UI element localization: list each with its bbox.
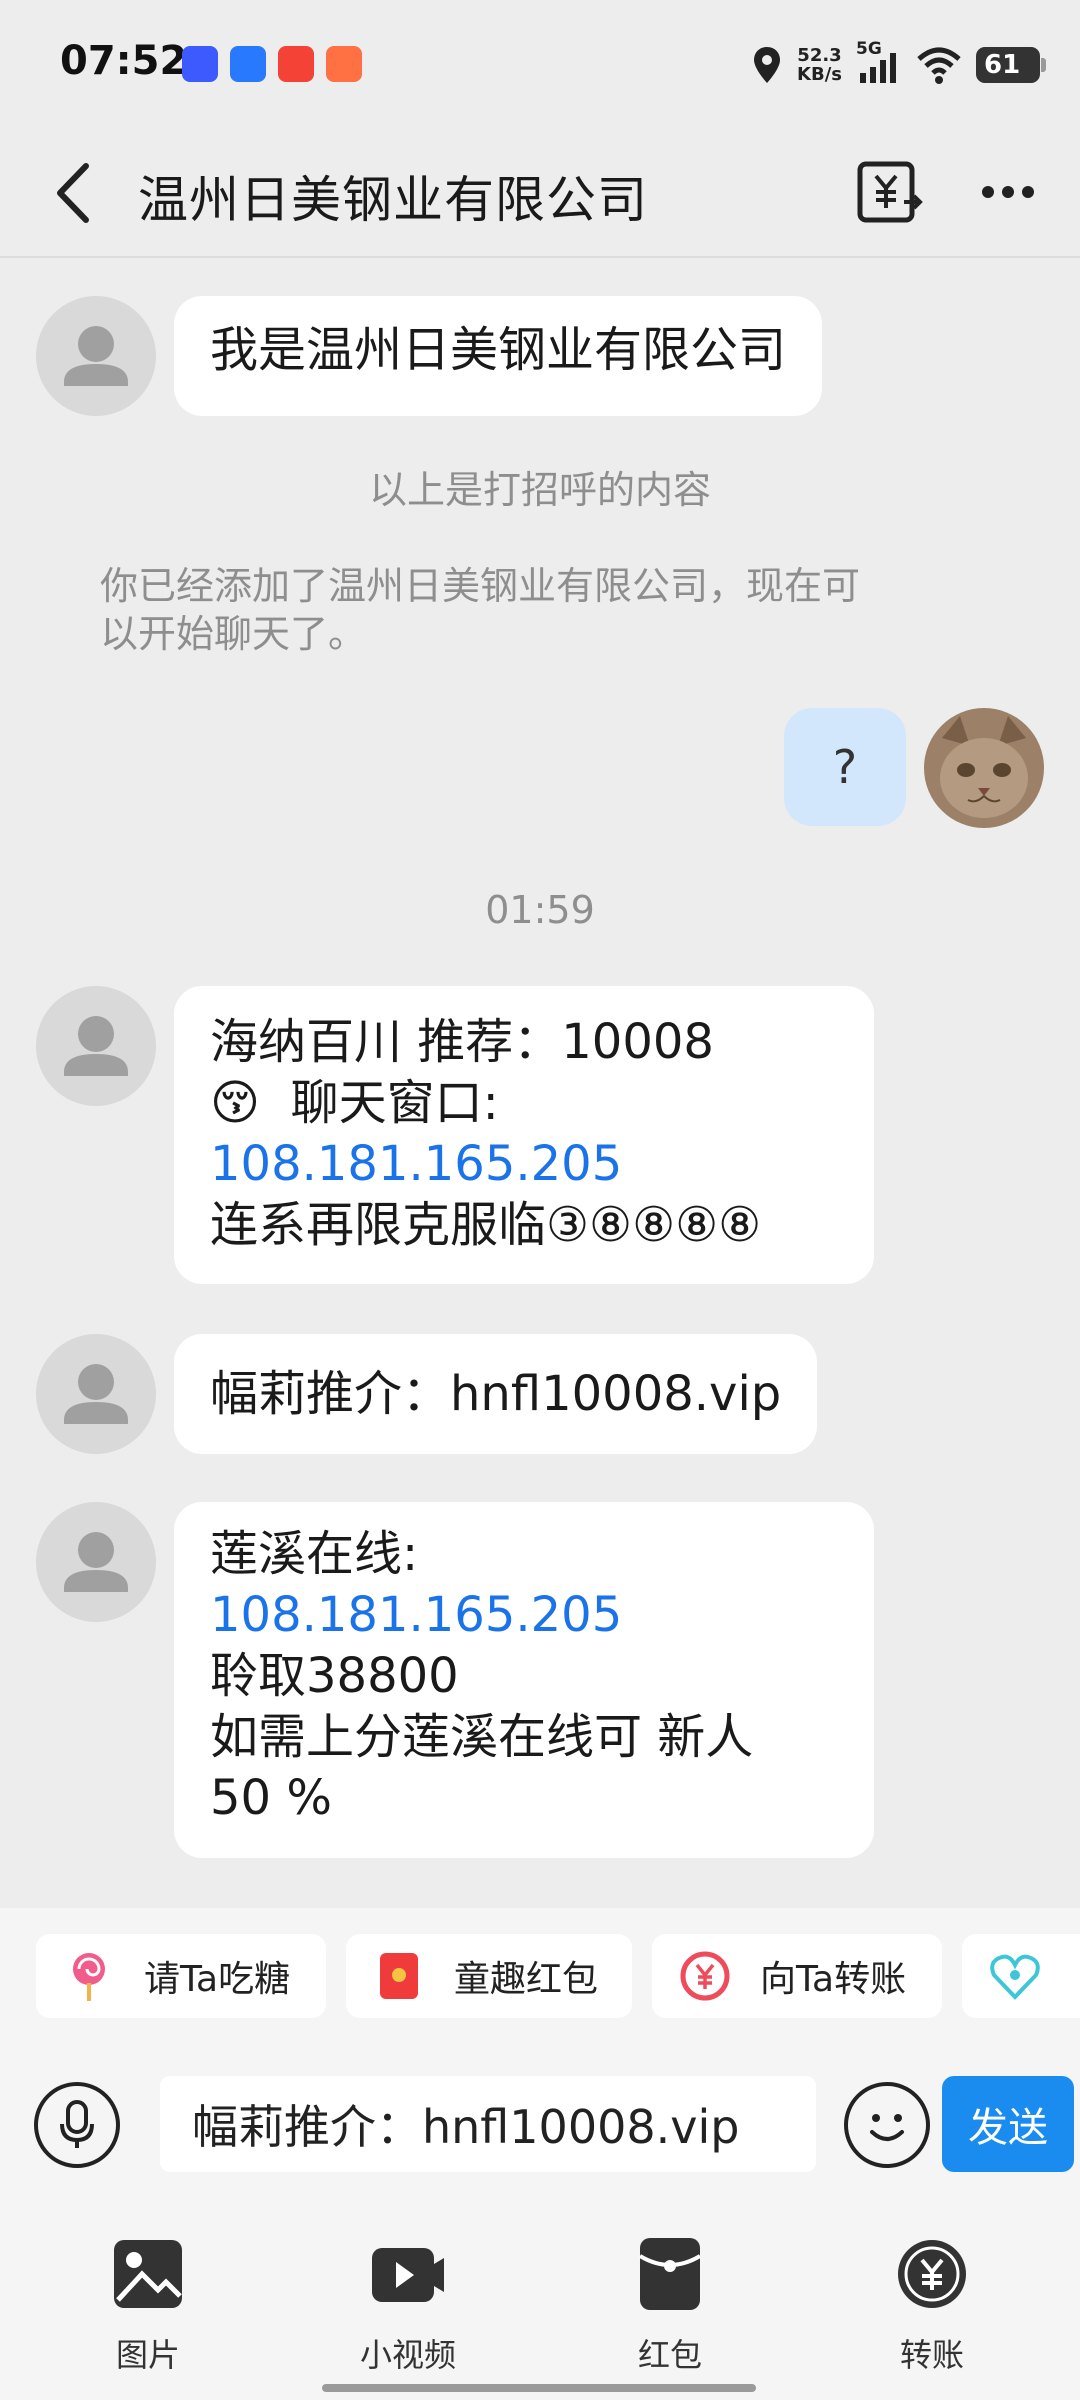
added-notice: 你已经添加了温州日美钢业有限公司，现在可 以开始聊天了。 [100,564,861,656]
quick-action-more[interactable] [962,1934,1080,2018]
clock: 07:52 [60,38,188,84]
image-icon [114,2240,182,2308]
status-bar: 07:52 52.3 KB/s 5G 61 [0,0,1080,130]
smiley-icon [870,2114,904,2141]
quick-action-bar: 请Ta吃糖 童趣红包 向Ta转账 [0,1908,1080,2034]
send-button[interactable]: 发送 [942,2076,1074,2172]
default-user-icon [64,326,128,386]
voice-input-button[interactable] [34,2082,120,2168]
message-input[interactable] [160,2076,816,2172]
timestamp: 01:59 [485,888,595,932]
video-app-icon [278,46,314,82]
greeting-note: 以上是打招呼的内容 [368,468,711,512]
quick-action-transfer[interactable]: 向Ta转账 [652,1934,942,2018]
kiss-emoji-icon: 😚 [210,1075,261,1131]
heart-gift-icon [990,1954,1040,2000]
browser-app-icon [230,46,266,82]
cat-avatar-icon [924,708,1044,828]
red-packet-icon [638,2238,702,2310]
default-user-icon [64,1364,128,1424]
avatar[interactable] [36,986,156,1106]
avatar[interactable] [36,1334,156,1454]
ip-link[interactable]: 108.181.165.205 [210,1585,838,1646]
tool-transfer[interactable]: 转账 [842,2234,1022,2376]
bottom-toolbar: 图片 小视频 红包 转账 [0,2184,1080,2400]
game-app-icon [326,46,362,82]
message-bubble[interactable]: 莲溪在线: 108.181.165.205 聆取38800 如需上分莲溪在线可 … [174,1502,874,1858]
emoji-button[interactable] [844,2082,930,2168]
ip-link[interactable]: 108.181.165.205 [210,1134,838,1195]
tool-image[interactable]: 图片 [58,2234,238,2376]
location-icon [754,47,781,83]
message-bubble[interactable]: 幅莉推介：hnfl10008.vip [174,1334,818,1454]
signal-icon: 5G [856,39,902,85]
microphone-icon [60,2100,94,2148]
default-user-icon [64,1532,128,1592]
more-dots-icon[interactable] [966,150,1050,234]
avatar[interactable] [36,296,156,416]
yuan-transfer-icon[interactable] [846,150,930,234]
tool-red-packet[interactable]: 红包 [580,2234,760,2376]
message-bubble[interactable]: 海纳百川 推荐：10008 😚 聊天窗口: 108.181.165.205 连系… [174,986,874,1284]
vivo-app-icon [182,46,218,82]
chat-header: 温州日美钢业有限公司 [0,130,1080,258]
quick-action-red-envelope[interactable]: 童趣红包 [346,1934,632,2018]
video-icon [372,2248,444,2302]
lollipop-icon [73,1953,105,2001]
net-speed: 52.3 KB/s [797,45,842,85]
my-message-bubble[interactable]: ? [784,708,906,826]
chevron-left-icon[interactable] [48,158,98,228]
transfer-icon [898,2240,966,2308]
chat-title: 温州日美钢业有限公司 [138,171,648,229]
battery-indicator: 61 [976,47,1046,83]
red-envelope-icon [380,1953,418,1999]
yuan-transfer-icon [680,1951,730,2001]
home-indicator[interactable] [322,2384,756,2392]
default-user-icon [64,1016,128,1076]
status-indicators: 52.3 KB/s 5G 61 [751,39,1046,90]
message-bubble[interactable]: 我是温州日美钢业有限公司 [174,296,823,416]
wifi-icon [917,47,961,84]
tool-short-video[interactable]: 小视频 [318,2234,498,2376]
quick-action-candy[interactable]: 请Ta吃糖 [36,1934,326,2018]
my-avatar[interactable] [924,708,1044,828]
avatar[interactable] [36,1502,156,1622]
